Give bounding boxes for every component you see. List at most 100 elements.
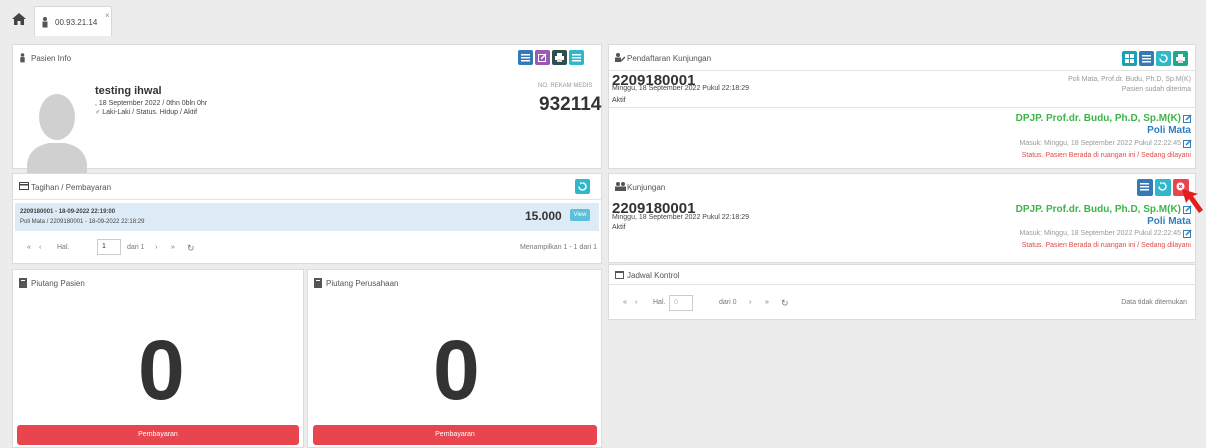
pager-prev[interactable]: ‹ [635, 299, 637, 306]
print-button[interactable] [1173, 51, 1188, 66]
patient-name: testing ihwal [95, 85, 162, 97]
pendaftaran-panel: Pendaftaran Kunjungan 2209180001 Minggu,… [608, 44, 1196, 169]
pager-prev[interactable]: ‹ [39, 244, 41, 251]
refresh-icon[interactable]: ↻ [187, 243, 195, 254]
print-button[interactable] [552, 50, 567, 65]
visit-date: Minggu, 18 September 2022 Pukul 22:18:29 [612, 214, 749, 221]
edit-button[interactable] [535, 50, 550, 65]
pager-showing: Menampilkan 1 - 1 dari 1 [519, 244, 597, 251]
history-icon [1158, 182, 1167, 191]
tagihan-panel: Tagihan / Pembayaran 2209180001 - 18-09-… [12, 173, 602, 264]
refresh-button[interactable] [575, 179, 590, 194]
patient-gender-status: ♂ Laki-Laki / Status. Hidup / Aktif [95, 109, 198, 116]
book-icon [19, 278, 27, 288]
page-input[interactable]: 1 [97, 239, 121, 255]
list-button[interactable] [1137, 179, 1153, 196]
masuk-time: Masuk: Minggu, 18 September 2022 Pukul 2… [1019, 230, 1182, 237]
room-status: Status. Pasien Berada di ruangan ini / S… [1021, 242, 1191, 249]
refresh-icon[interactable]: ↻ [781, 298, 789, 309]
history-icon [578, 182, 587, 191]
piutang-perusahaan-panel: Piutang Perusahaan 0 Pembayaran [307, 269, 602, 448]
pager-next[interactable]: › [749, 299, 751, 306]
view-label: View [573, 212, 587, 218]
bill-line2: Poli Mata / 2209180001 - 18-09-2022 22:1… [20, 219, 145, 225]
dpjp-name: DPJP. Prof.dr. Budu, Ph.D, Sp.M(K) [1015, 204, 1181, 215]
panel-title: Pendaftaran Kunjungan [627, 54, 712, 63]
panel-title: Tagihan / Pembayaran [31, 183, 112, 192]
history-button[interactable] [1156, 51, 1171, 66]
rm-label: NO. REKAM MEDIS [538, 83, 593, 89]
panel-header: Pendaftaran Kunjungan [609, 45, 1195, 71]
edit-icon[interactable] [1183, 229, 1192, 238]
menu-button[interactable] [569, 50, 584, 65]
rm-number: 932114 [539, 94, 602, 115]
person-icon [42, 17, 48, 28]
masuk-time: Masuk: Minggu, 18 September 2022 Pukul 2… [1019, 140, 1182, 147]
calendar-icon [615, 271, 624, 279]
edit-icon [538, 53, 547, 62]
pager-hal-label: Hal. [57, 244, 70, 251]
list-icon [1142, 55, 1151, 63]
pager-dari: dari 0 [719, 299, 737, 306]
bill-line1: 2209180001 - 18-09-2022 22:19:00 [20, 209, 116, 215]
panel-header: Pasien Info [13, 45, 601, 71]
list-button[interactable] [518, 50, 533, 65]
tab-label: 00.93.21.14 [55, 18, 98, 27]
piutang-value: 0 [433, 323, 480, 417]
bill-row[interactable]: 2209180001 - 18-09-2022 22:19:00 Poli Ma… [15, 203, 599, 231]
bill-amount: 15.000 [525, 209, 562, 223]
visit-status: Aktif [612, 97, 626, 104]
history-button[interactable] [1155, 179, 1171, 196]
pasien-info-panel: Pasien Info testing ihwal , 18 September… [12, 44, 602, 199]
poli-name: Poli Mata [1147, 216, 1191, 227]
accepted-status: Pasien sudah diterima [1121, 86, 1191, 93]
poli-name: Poli Mata [1147, 125, 1191, 136]
cursor-arrow-icon [1182, 189, 1203, 213]
edit-icon[interactable] [1183, 114, 1192, 123]
panel-header: Tagihan / Pembayaran [13, 174, 601, 200]
panel-title: Piutang Pasien [31, 279, 85, 288]
pager-first[interactable]: « [623, 299, 627, 306]
pager-hal-label: Hal. [653, 299, 666, 306]
panel-title: Jadwal Kontrol [627, 271, 680, 280]
panel-title: Pasien Info [31, 54, 72, 63]
top-bar: 00.93.21.14 × [0, 0, 1206, 38]
print-icon [555, 53, 564, 62]
menu-icon [572, 54, 581, 62]
pager-last[interactable]: » [171, 244, 175, 251]
panel-header: Kunjungan [609, 174, 1195, 200]
book-icon [314, 278, 322, 288]
list-button[interactable] [1139, 51, 1154, 66]
pager-first[interactable]: « [27, 244, 31, 251]
print-icon [1176, 54, 1185, 63]
users-edit-icon [615, 53, 625, 62]
users-icon [615, 182, 626, 191]
card-icon [19, 182, 29, 190]
person-icon [20, 53, 25, 63]
tab-close-icon[interactable]: × [105, 11, 110, 20]
room-status: Status. Pasien Berada di ruangan ini / S… [1021, 152, 1191, 159]
panel-header: Piutang Pasien [13, 270, 303, 296]
page-input[interactable]: 0 [669, 295, 693, 311]
grid-icon [1125, 54, 1134, 63]
visit-status: Aktif [612, 224, 626, 231]
poli-doctor: Poli Mata, Prof.dr. Budu, Ph.D, Sp.M(K) [1068, 76, 1191, 83]
patient-tab[interactable]: 00.93.21.14 × [34, 6, 112, 36]
divider [609, 107, 1195, 108]
jadwal-panel: Jadwal Kontrol « ‹ Hal. 0 dari 0 › » ↻ D… [608, 264, 1196, 320]
home-icon[interactable] [12, 13, 26, 25]
grid-button[interactable] [1122, 51, 1137, 66]
kunjungan-panel: Kunjungan 2209180001 Minggu, 18 Septembe… [608, 173, 1196, 263]
view-button[interactable]: View [570, 209, 590, 221]
empty-message: Data tidak ditemukan [1121, 299, 1187, 306]
piutang-pasien-panel: Piutang Pasien 0 Pembayaran [12, 269, 304, 448]
dpjp-name: DPJP. Prof.dr. Budu, Ph.D, Sp.M(K) [1015, 113, 1181, 124]
pembayaran-button[interactable]: Pembayaran [17, 425, 299, 445]
pager-next[interactable]: › [155, 244, 157, 251]
list-icon [521, 54, 530, 62]
panel-header: Jadwal Kontrol [609, 265, 1195, 285]
panel-header: Piutang Perusahaan [308, 270, 601, 296]
pager-last[interactable]: » [765, 299, 769, 306]
pembayaran-button[interactable]: Pembayaran [313, 425, 597, 445]
edit-icon[interactable] [1183, 139, 1192, 148]
